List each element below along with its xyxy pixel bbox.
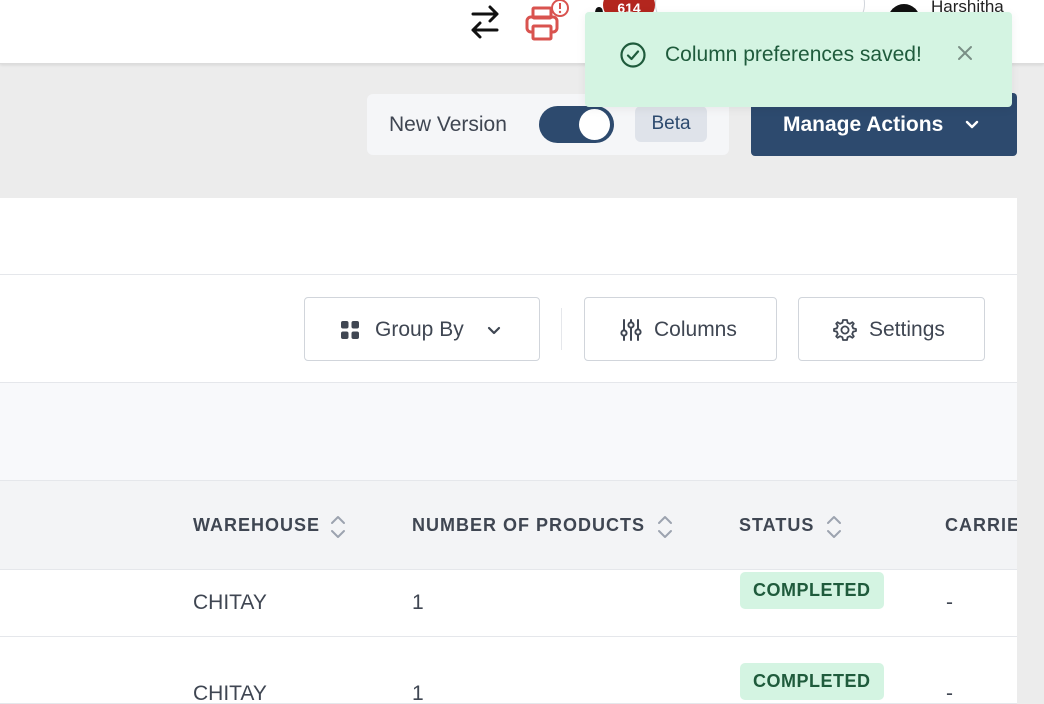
- success-toast: Column preferences saved!: [585, 12, 1012, 107]
- group-by-label: Group By: [375, 318, 464, 341]
- filter-area: [0, 383, 1017, 480]
- manage-actions-label: Manage Actions: [783, 113, 944, 136]
- sort-icon[interactable]: [826, 514, 842, 540]
- status-badge: COMPLETED: [740, 572, 884, 609]
- group-by-button[interactable]: Group By: [304, 297, 540, 361]
- cell-number-of-products: 1: [412, 682, 424, 704]
- settings-button[interactable]: Settings: [798, 297, 985, 361]
- column-header-carrier[interactable]: CARRIE: [945, 515, 1020, 536]
- close-icon[interactable]: [955, 43, 975, 63]
- sort-icon[interactable]: [657, 514, 673, 540]
- toast-message: Column preferences saved!: [665, 43, 922, 66]
- swap-arrows-icon[interactable]: [467, 3, 503, 41]
- page-gutter: [1017, 198, 1044, 704]
- toolbar-divider: [561, 308, 562, 350]
- column-header-number-of-products[interactable]: NUMBER OF PRODUCTS: [412, 515, 645, 536]
- table-toolbar: Group By Columns Settings: [0, 275, 1017, 383]
- table-row[interactable]: CHITAY 1 COMPLETED -: [0, 570, 1017, 637]
- toggle-knob: [579, 109, 610, 140]
- table-row[interactable]: CHITAY 1 COMPLETED -: [0, 637, 1017, 704]
- cell-carrier: -: [946, 591, 953, 614]
- grid-icon: [341, 321, 359, 339]
- chevron-down-icon: [487, 326, 501, 335]
- cell-carrier: -: [946, 682, 953, 704]
- columns-button[interactable]: Columns: [584, 297, 777, 361]
- sort-icon[interactable]: [330, 514, 346, 540]
- cell-warehouse: CHITAY: [193, 682, 267, 704]
- cell-warehouse: CHITAY: [193, 591, 267, 614]
- new-version-toggle[interactable]: [539, 106, 614, 143]
- table-header: WAREHOUSE NUMBER OF PRODUCTS STATUS CARR…: [0, 480, 1020, 570]
- settings-label: Settings: [869, 318, 945, 341]
- printer-alert-icon[interactable]: [524, 0, 570, 44]
- orders-card: Group By Columns Settings WAREHOUSE NUMB…: [0, 198, 1020, 704]
- column-header-status[interactable]: STATUS: [739, 515, 814, 536]
- card-header: [0, 198, 1017, 275]
- new-version-label: New Version: [389, 113, 507, 136]
- status-badge: COMPLETED: [740, 663, 884, 700]
- chevron-down-icon: [965, 120, 979, 129]
- columns-label: Columns: [654, 318, 737, 341]
- sliders-icon: [620, 319, 642, 341]
- column-header-warehouse[interactable]: WAREHOUSE: [193, 515, 320, 536]
- cell-number-of-products: 1: [412, 591, 424, 614]
- beta-badge: Beta: [635, 106, 707, 142]
- check-circle-icon: [620, 42, 646, 68]
- gear-icon: [833, 319, 857, 341]
